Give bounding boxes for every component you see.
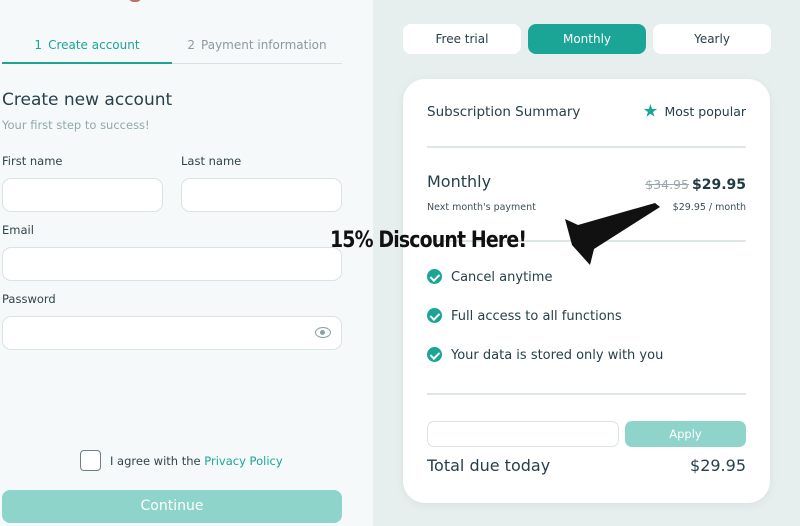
password-label: Password [2,292,56,306]
total-label: Total due today [427,456,551,475]
subscription-summary-card: Subscription Summary Most popular Monthl… [403,79,770,503]
email-field[interactable] [2,247,342,281]
password-field[interactable] [2,316,342,350]
new-price: $29.95 [691,177,746,193]
star-icon [643,104,658,117]
plan-name: Monthly [427,172,492,191]
eye-icon[interactable] [315,327,331,338]
arrow-annotation [565,203,660,265]
tab-free-trial[interactable]: Free trial [403,24,521,54]
first-name-field[interactable] [2,178,163,212]
page-subtitle: Your first step to success! [2,118,150,132]
next-payment-label: Next month's payment [427,202,536,213]
check-circle-icon [427,347,442,362]
privacy-policy-link[interactable]: Privacy Policy [204,454,282,468]
step-payment-information[interactable]: 2 Payment information [172,28,342,64]
page-title: Create new account [2,90,173,110]
old-price: $34.95 [645,177,689,192]
logo-fragment [128,0,142,2]
agree-checkbox[interactable] [80,450,101,471]
step-label: Payment information [201,38,327,52]
divider [427,393,746,395]
divider [427,146,746,148]
tab-monthly[interactable]: Monthly [528,24,646,54]
step-label: Create account [48,38,140,52]
step-tabs: 1 Create account 2 Payment information [2,28,342,66]
most-popular-badge: Most popular [643,104,746,119]
feature-item: Your data is stored only with you [427,347,663,363]
last-name-field[interactable] [181,178,342,212]
first-name-label: First name [2,154,63,168]
price-row: $34.95 $29.95 [645,174,746,193]
step-create-account[interactable]: 1 Create account [2,28,172,64]
feature-label: Full access to all functions [451,309,622,324]
agree-prefix: I agree with the [110,454,205,468]
badge-label: Most popular [664,104,746,119]
apply-button[interactable]: Apply [625,421,746,447]
step-number: 1 [34,38,43,52]
feature-item: Full access to all functions [427,308,622,324]
feature-label: Cancel anytime [451,270,553,285]
agree-text: I agree with the Privacy Policy [110,454,283,468]
discount-annotation: 15% Discount Here! [330,228,527,253]
signup-panel: 1 Create account 2 Payment information Cre… [0,0,373,526]
summary-title: Subscription Summary [427,104,581,120]
check-circle-icon [427,308,442,323]
feature-label: Your data is stored only with you [451,348,664,363]
check-circle-icon [427,269,442,284]
total-value: $29.95 [690,456,746,475]
last-name-label: Last name [181,154,242,168]
promo-code-input[interactable] [427,421,619,447]
feature-item: Cancel anytime [427,269,552,285]
email-label: Email [2,223,34,237]
step-number: 2 [187,38,196,52]
per-month-price: $29.95 / month [672,202,746,213]
continue-button[interactable]: Continue [2,490,342,523]
tab-yearly[interactable]: Yearly [653,24,771,54]
